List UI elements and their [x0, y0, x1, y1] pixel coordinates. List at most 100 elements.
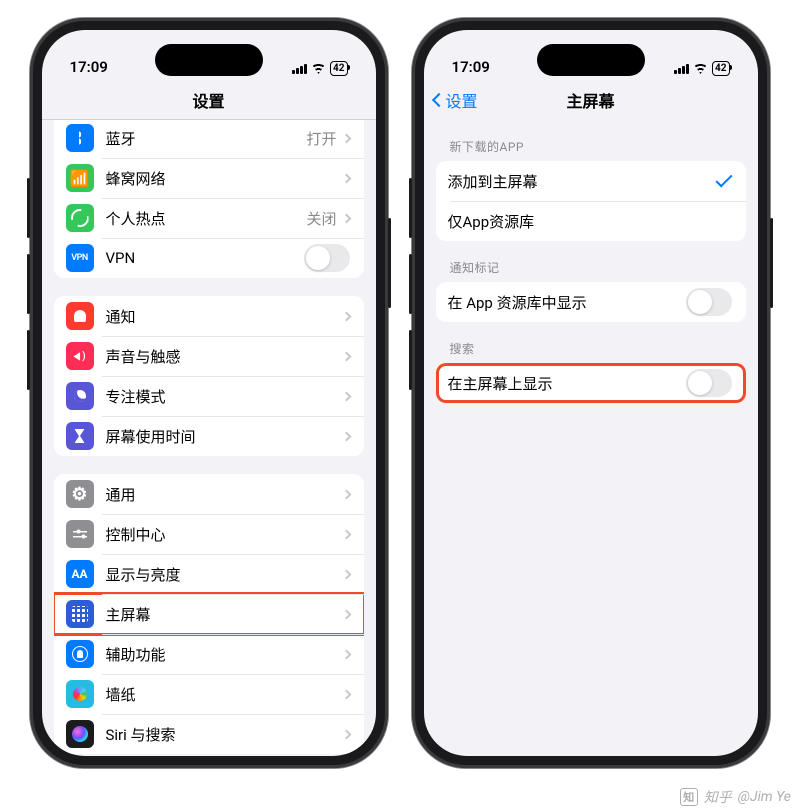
- hourglass-icon: [66, 422, 94, 450]
- sound-icon: [66, 342, 94, 370]
- vpn-toggle[interactable]: [304, 244, 350, 272]
- row-label: 在主屏幕上显示: [448, 373, 686, 394]
- watermark-author: @Jim Ye: [738, 789, 791, 805]
- homegrid-icon: [66, 600, 94, 628]
- cellular-icon: 📶: [66, 164, 94, 192]
- row-label: 添加到主屏幕: [448, 171, 716, 192]
- vpn-icon: VPN: [66, 244, 94, 272]
- wifi-icon: [693, 63, 708, 74]
- row-value: 关闭: [306, 208, 336, 229]
- chevron-right-icon: [341, 173, 351, 183]
- battery-icon: 42: [712, 61, 729, 76]
- chevron-right-icon: [341, 569, 351, 579]
- row-value: 打开: [306, 128, 336, 149]
- hotspot-icon: [66, 204, 94, 232]
- chevron-right-icon: [341, 489, 351, 499]
- row-label: 蜂窝网络: [106, 168, 343, 189]
- chevron-right-icon: [341, 689, 351, 699]
- bluetooth-icon: [66, 124, 94, 152]
- nav-back-button[interactable]: 设置: [434, 88, 478, 112]
- screen-right: 17:09 42 设置 主屏幕 新下载的APP: [424, 30, 758, 756]
- row-focus[interactable]: 专注模式: [54, 376, 364, 416]
- badges-toggle[interactable]: [686, 288, 732, 316]
- siri-icon: [66, 720, 94, 748]
- row-label: 显示与亮度: [106, 564, 343, 585]
- row-vpn[interactable]: VPN VPN: [54, 238, 364, 278]
- row-label: 主屏幕: [106, 604, 343, 625]
- row-label: Siri 与搜索: [106, 724, 343, 745]
- row-label: 蓝牙: [106, 128, 307, 149]
- watermark: 知 知乎 @Jim Ye: [680, 787, 791, 807]
- chevron-right-icon: [341, 609, 351, 619]
- chevron-right-icon: [341, 729, 351, 739]
- nav-title: 主屏幕: [566, 88, 614, 112]
- row-homescreen[interactable]: 主屏幕: [54, 594, 364, 634]
- dynamic-island: [155, 44, 263, 76]
- gear-icon: ⚙: [66, 480, 94, 508]
- nav-back-label: 设置: [446, 88, 478, 112]
- watermark-site: 知乎: [704, 787, 732, 807]
- row-app-library-only[interactable]: 仅App资源库: [436, 201, 746, 241]
- chevron-right-icon: [341, 133, 351, 143]
- section-header: 新下载的APP: [436, 138, 746, 161]
- phone-frame-right: 17:09 42 设置 主屏幕 新下载的APP: [412, 18, 770, 768]
- phone-frame-left: 17:09 42 设置 蓝牙 打开: [30, 18, 388, 768]
- row-hotspot[interactable]: 个人热点 关闭: [54, 198, 364, 238]
- row-controlcenter[interactable]: 控制中心: [54, 514, 364, 554]
- row-label: 通知: [106, 306, 343, 327]
- row-cellular[interactable]: 📶 蜂窝网络: [54, 158, 364, 198]
- row-label: 辅助功能: [106, 644, 343, 665]
- wallpaper-icon: [66, 680, 94, 708]
- row-siri[interactable]: Siri 与搜索: [54, 714, 364, 754]
- row-label: 在 App 资源库中显示: [448, 292, 686, 313]
- nav-bar: 设置: [42, 80, 376, 120]
- chevron-left-icon: [431, 93, 445, 107]
- row-label: 控制中心: [106, 524, 343, 545]
- row-notifications[interactable]: 通知: [54, 296, 364, 336]
- bell-icon: [66, 302, 94, 330]
- row-label: 墙纸: [106, 684, 343, 705]
- chevron-right-icon: [341, 529, 351, 539]
- cellular-signal-icon: [292, 64, 307, 74]
- battery-icon: 42: [330, 61, 347, 76]
- zhihu-logo-icon: 知: [680, 788, 698, 806]
- dynamic-island: [537, 44, 645, 76]
- cellular-signal-icon: [674, 64, 689, 74]
- row-sound[interactable]: 声音与触感: [54, 336, 364, 376]
- row-label: 专注模式: [106, 386, 343, 407]
- moon-icon: [66, 382, 94, 410]
- chevron-right-icon: [341, 311, 351, 321]
- row-label: 仅App资源库: [448, 211, 732, 232]
- row-accessibility[interactable]: 辅助功能: [54, 634, 364, 674]
- chevron-right-icon: [341, 213, 351, 223]
- status-time: 17:09: [70, 58, 108, 76]
- chevron-right-icon: [341, 351, 351, 361]
- brightness-icon: AA: [66, 560, 94, 588]
- row-label: 个人热点: [106, 208, 307, 229]
- row-add-to-home[interactable]: 添加到主屏幕: [436, 161, 746, 201]
- chevron-right-icon: [341, 391, 351, 401]
- wifi-icon: [311, 63, 326, 74]
- row-show-on-home[interactable]: 在主屏幕上显示: [436, 363, 746, 403]
- row-wallpaper[interactable]: 墙纸: [54, 674, 364, 714]
- row-display[interactable]: AA 显示与亮度: [54, 554, 364, 594]
- row-screentime[interactable]: 屏幕使用时间: [54, 416, 364, 456]
- chevron-right-icon: [341, 431, 351, 441]
- nav-title: 设置: [192, 88, 224, 112]
- row-bluetooth[interactable]: 蓝牙 打开: [54, 118, 364, 158]
- nav-bar: 设置 主屏幕: [424, 80, 758, 120]
- row-label: 屏幕使用时间: [106, 426, 343, 447]
- row-label: 声音与触感: [106, 346, 343, 367]
- status-time: 17:09: [452, 58, 490, 76]
- row-label: 通用: [106, 484, 343, 505]
- checkmark-icon: [715, 171, 732, 188]
- search-toggle[interactable]: [686, 369, 732, 397]
- chevron-right-icon: [341, 649, 351, 659]
- controls-icon: [66, 520, 94, 548]
- section-header: 搜索: [436, 340, 746, 363]
- screen-left: 17:09 42 设置 蓝牙 打开: [42, 30, 376, 756]
- row-show-in-app-library[interactable]: 在 App 资源库中显示: [436, 282, 746, 322]
- row-general[interactable]: ⚙ 通用: [54, 474, 364, 514]
- row-label: VPN: [106, 249, 304, 267]
- section-header: 通知标记: [436, 259, 746, 282]
